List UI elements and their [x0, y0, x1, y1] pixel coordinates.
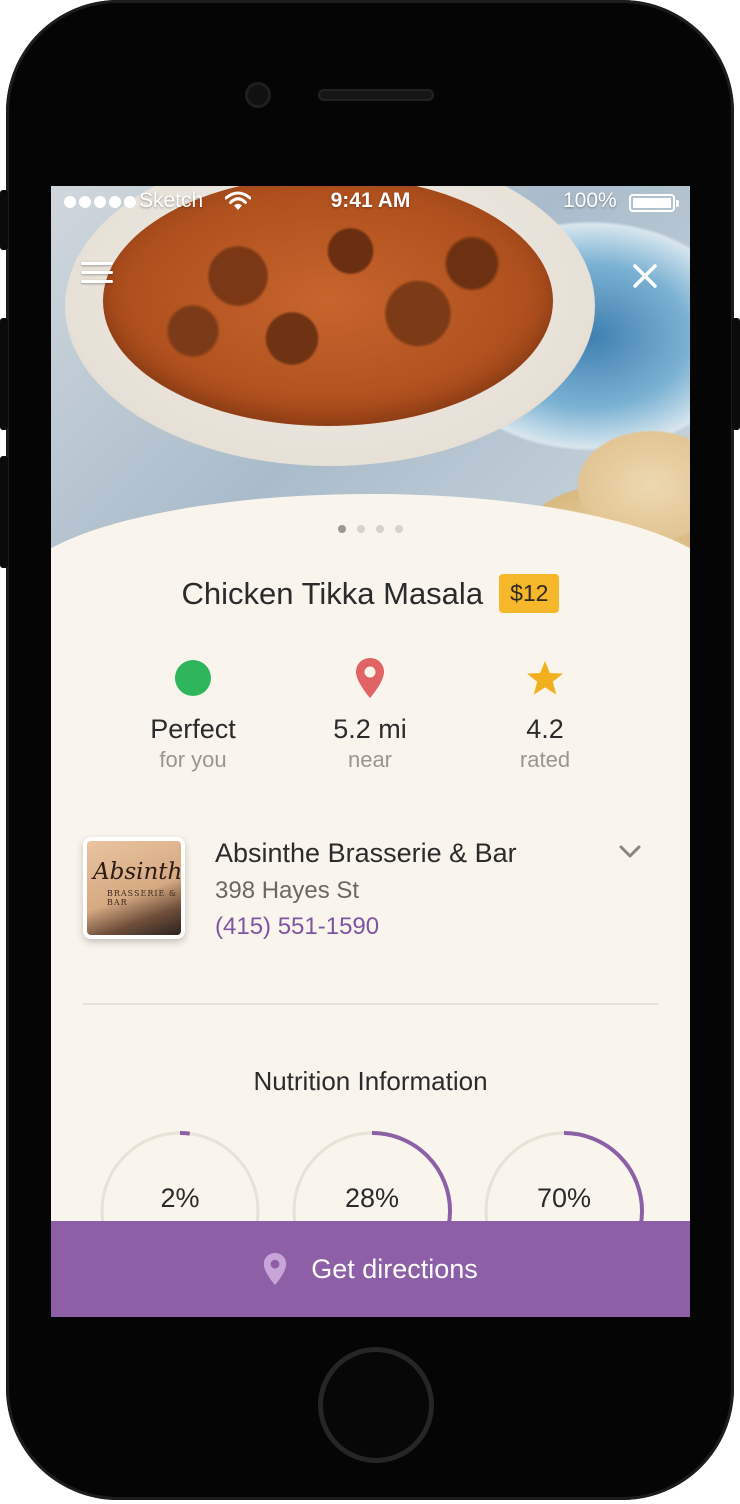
stat-caption: for you: [159, 747, 227, 772]
stat-match: Perfect for you: [103, 656, 283, 773]
volume-up-button: [0, 318, 8, 430]
volume-down-button: [0, 456, 8, 568]
stat-value: Perfect: [150, 714, 236, 744]
pager-dot[interactable]: [376, 525, 384, 533]
restaurant-photo: Absinthe BRASSERIE & BAR: [87, 841, 181, 935]
restaurant-phone-link[interactable]: (415) 551-1590: [215, 913, 379, 941]
curry: [103, 186, 553, 426]
status-bar: Sketch 9:41 AM 100%: [51, 186, 690, 218]
stat-value: 4.2: [526, 714, 564, 744]
section-divider: [83, 1003, 658, 1005]
get-directions-label: Get directions: [311, 1253, 478, 1284]
stat-caption: near: [347, 747, 393, 772]
home-button[interactable]: [318, 1347, 434, 1463]
nutrition-ring-label: 70%: [536, 1183, 592, 1213]
earpiece-speaker: [318, 89, 434, 101]
pager-dot[interactable]: [338, 525, 346, 533]
location-pin-icon: [280, 656, 460, 700]
hamburger-menu-icon[interactable]: [81, 262, 115, 288]
nutrition-ring-label: 28%: [344, 1183, 400, 1213]
close-icon[interactable]: [629, 260, 661, 292]
stat-distance: 5.2 mi near: [280, 656, 460, 773]
restaurant-logo-subtext: BRASSERIE & BAR: [107, 889, 178, 907]
dish-title: Chicken Tikka Masala: [181, 575, 484, 611]
mute-switch: [0, 190, 8, 250]
restaurant-logo-text: Absinthe: [93, 859, 181, 885]
stat-value: 5.2 mi: [333, 714, 407, 744]
chevron-down-icon[interactable]: [617, 842, 643, 862]
battery-icon: [629, 194, 679, 212]
green-circle-icon: [103, 656, 283, 700]
restaurant-thumbnail[interactable]: Absinthe BRASSERIE & BAR: [83, 837, 185, 939]
app-screen: Sketch 9:41 AM 100% Chicken Tikka Masala…: [51, 186, 690, 1317]
nutrition-ring-label: 2%: [160, 1183, 200, 1213]
dish-header: Chicken Tikka Masala $12: [51, 574, 690, 613]
location-pin-icon: [264, 1253, 287, 1285]
restaurant-address: 398 Hayes St: [215, 877, 360, 904]
get-directions-button[interactable]: Get directions: [51, 1221, 690, 1317]
restaurant-name[interactable]: Absinthe Brasserie & Bar: [215, 838, 517, 869]
stat-rating: 4.2 rated: [455, 656, 635, 773]
pager-dot[interactable]: [395, 525, 403, 533]
nutrition-title: Nutrition Information: [253, 1066, 488, 1096]
power-button: [732, 318, 740, 430]
front-camera: [245, 82, 271, 108]
battery-percentage: 100%: [563, 189, 617, 212]
price-badge: $12: [499, 574, 560, 613]
image-pager-dots[interactable]: [51, 525, 690, 533]
stat-caption: rated: [519, 747, 571, 772]
star-icon: [455, 656, 635, 700]
pager-dot[interactable]: [357, 525, 365, 533]
